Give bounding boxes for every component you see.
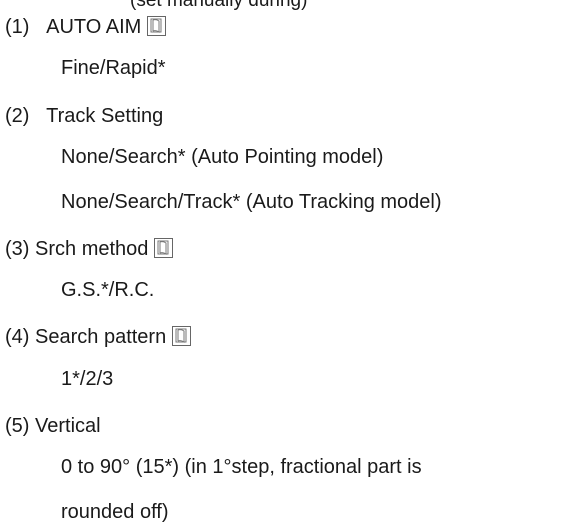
item-value: 1*/2/3 bbox=[61, 368, 114, 390]
item-number: (2) bbox=[5, 105, 30, 127]
manual-book-icon bbox=[172, 326, 192, 346]
item-number: (3) bbox=[5, 238, 30, 260]
item-value: rounded off) bbox=[61, 501, 169, 523]
item-heading: (1) AUTO AIM bbox=[5, 15, 167, 39]
item-title: AUTO AIM bbox=[46, 16, 142, 38]
item-value: G.S.*/R.C. bbox=[61, 279, 155, 301]
item-value: None/Search* (Auto Pointing model) bbox=[61, 146, 384, 168]
item-number: (5) bbox=[5, 415, 30, 437]
item-value: 0 to 90° (15*) (in 1°step, fractional pa… bbox=[61, 456, 422, 478]
item-title: Track Setting bbox=[46, 105, 164, 127]
manual-book-icon bbox=[154, 238, 174, 258]
item-number: (1) bbox=[5, 16, 30, 38]
item-heading: (2) Track Setting bbox=[5, 104, 163, 128]
item-value: None/Search/Track* (Auto Tracking model) bbox=[61, 191, 442, 213]
item-title: Vertical bbox=[35, 415, 101, 437]
item-number: (4) bbox=[5, 326, 30, 348]
item-title: Srch method bbox=[35, 238, 149, 260]
item-heading: (5) Vertical bbox=[5, 414, 101, 438]
clipped-heading-text: (set manually during) bbox=[130, 0, 308, 11]
manual-book-icon bbox=[147, 16, 167, 36]
item-title: Search pattern bbox=[35, 326, 167, 348]
item-heading: (4) Search pattern bbox=[5, 325, 192, 349]
item-value: Fine/Rapid* bbox=[61, 57, 166, 79]
item-heading: (3) Srch method bbox=[5, 237, 174, 261]
